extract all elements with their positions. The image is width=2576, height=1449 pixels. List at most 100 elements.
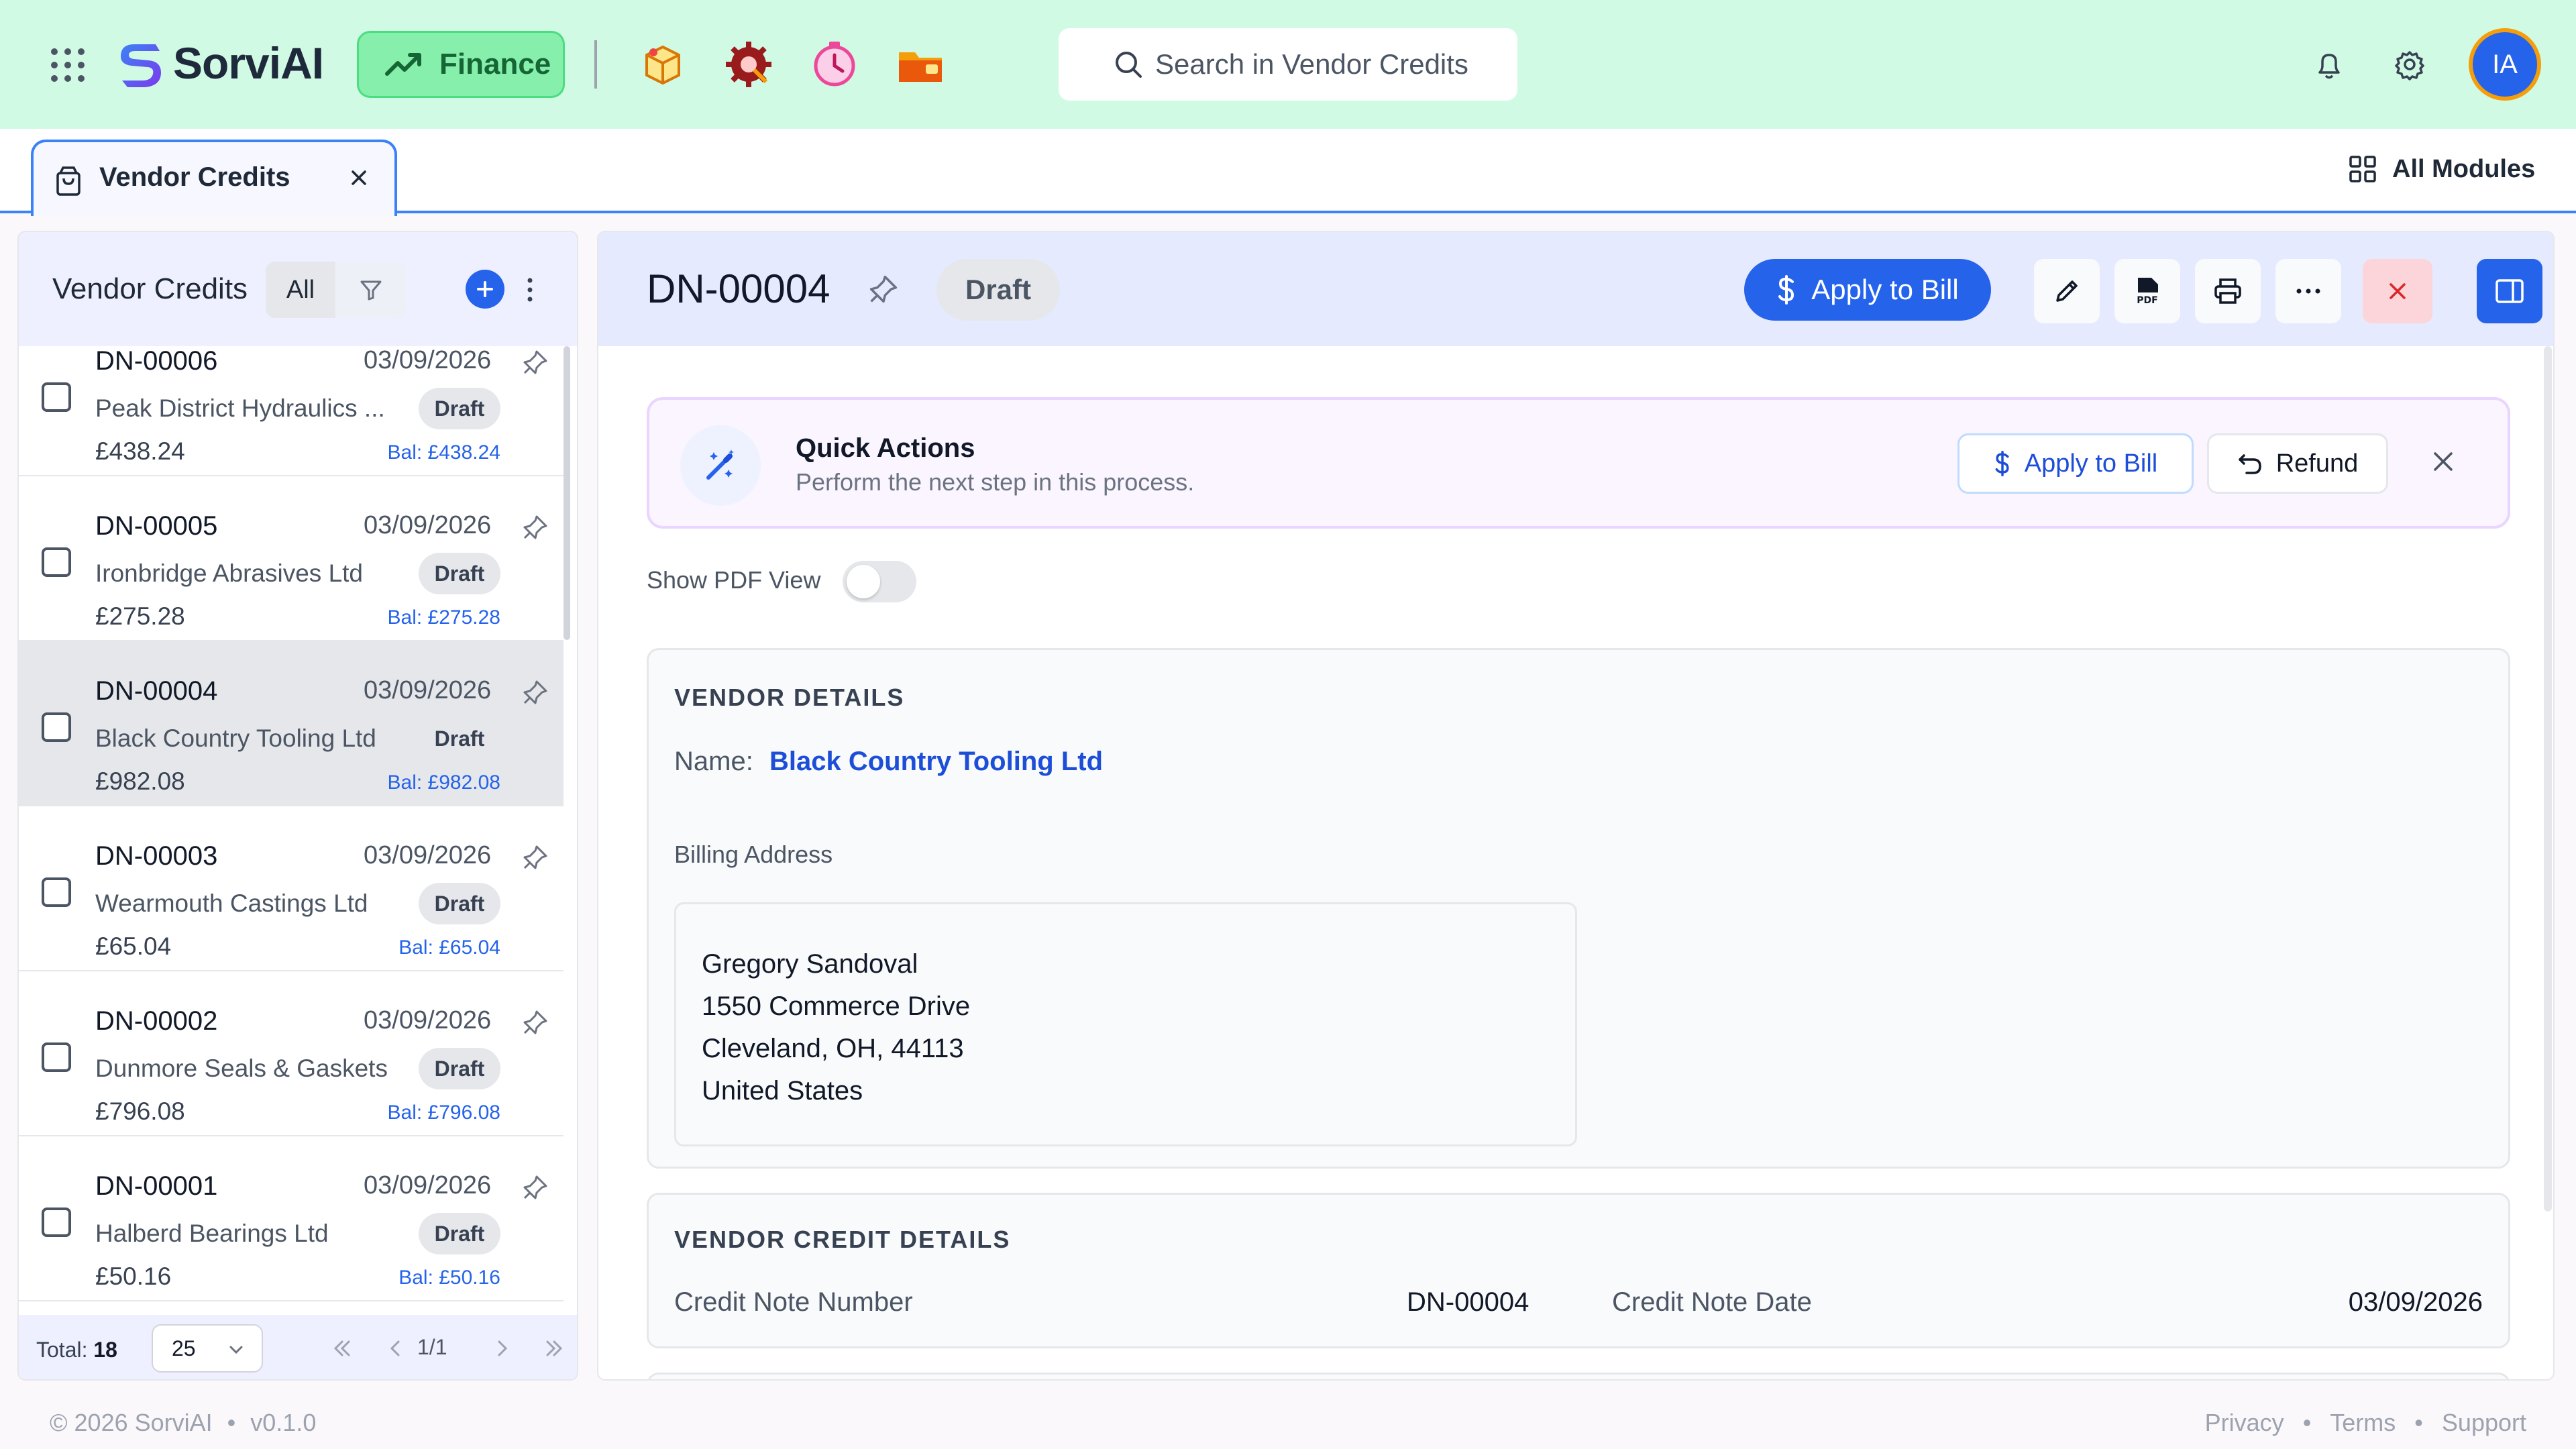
list-item[interactable]: DN-00001 03/09/2026 Halberd Bearings Ltd… — [19, 1136, 564, 1301]
pin-icon[interactable] — [522, 844, 549, 871]
list-item[interactable]: DN-00002 03/09/2026 Dunmore Seals & Gask… — [19, 971, 564, 1136]
version: v0.1.0 — [250, 1409, 317, 1436]
more-actions-button[interactable] — [2275, 259, 2341, 323]
pin-icon[interactable] — [522, 1174, 549, 1201]
row-checkbox[interactable] — [42, 1042, 71, 1072]
bell-icon[interactable] — [2312, 47, 2347, 82]
package-app-icon[interactable] — [637, 39, 688, 90]
clock-app-icon[interactable] — [809, 39, 860, 90]
separator-dot: • — [227, 1409, 236, 1436]
search-placeholder: Search in Vendor Credits — [1155, 48, 1468, 80]
toggle-side-panel-button[interactable] — [2477, 259, 2542, 323]
quick-actions-title: Quick Actions — [796, 433, 975, 463]
folder-app-icon[interactable] — [895, 39, 946, 90]
vendor-name-label: Name: — [674, 747, 753, 776]
row-checkbox[interactable] — [42, 547, 71, 577]
print-button[interactable] — [2195, 259, 2261, 323]
vendor-name: Ironbridge Abrasives Ltd — [95, 559, 364, 587]
vendor-credit-detail-panel: DN-00004 Draft Apply to Bill PDF Quick A… — [597, 231, 2555, 1381]
more-options-icon[interactable] — [525, 276, 535, 303]
support-link[interactable]: Support — [2442, 1409, 2526, 1437]
quick-apply-to-bill-button[interactable]: Apply to Bill — [1957, 433, 2194, 494]
address-line: 1550 Commerce Drive — [702, 991, 971, 1021]
close-detail-button[interactable] — [2363, 259, 2432, 323]
first-page-icon[interactable] — [329, 1335, 356, 1362]
list-item[interactable]: DN-00005 03/09/2026 Ironbridge Abrasives… — [19, 476, 564, 641]
printer-icon — [2214, 278, 2241, 304]
pdf-button[interactable]: PDF — [2114, 259, 2180, 323]
app-launcher-icon[interactable] — [51, 48, 85, 82]
credit-balance: Bal: £275.28 — [387, 606, 500, 629]
vendor-credit-list-panel: Vendor Credits All DN-00006 03/09/2026 P… — [17, 231, 578, 1381]
filter-icon[interactable] — [335, 262, 407, 318]
per-page-value: 25 — [172, 1336, 196, 1360]
settings-app-icon[interactable] — [723, 39, 774, 90]
edit-button[interactable] — [2034, 259, 2100, 323]
pin-icon[interactable] — [868, 274, 899, 305]
vendor-name: Halberd Bearings Ltd — [95, 1220, 329, 1247]
list-item-selected[interactable]: DN-00004 03/09/2026 Black Country Toolin… — [19, 641, 564, 806]
avatar[interactable]: IA — [2469, 28, 2541, 101]
next-section-card — [647, 1373, 2510, 1379]
search-icon — [1116, 52, 1142, 78]
credit-date: 03/09/2026 — [364, 676, 492, 704]
apply-to-bill-button[interactable]: Apply to Bill — [1744, 259, 1991, 321]
billing-address-box: Gregory Sandoval 1550 Commerce Drive Cle… — [674, 902, 1577, 1146]
all-modules-button[interactable]: All Modules — [2348, 154, 2535, 184]
apply-label: Apply to Bill — [1811, 274, 1959, 305]
credit-balance: Bal: £50.16 — [398, 1267, 500, 1289]
terms-link[interactable]: Terms — [2330, 1409, 2396, 1437]
pencil-icon — [2056, 280, 2078, 302]
list-item[interactable]: DN-00003 03/09/2026 Wearmouth Castings L… — [19, 806, 564, 971]
undo-icon — [2238, 454, 2261, 474]
chevron-down-icon — [229, 1346, 243, 1354]
search-input[interactable]: Search in Vendor Credits — [1059, 28, 1517, 101]
row-checkbox[interactable] — [42, 1208, 71, 1237]
filter-all-button[interactable]: All — [266, 262, 335, 318]
close-tab-icon[interactable] — [349, 168, 369, 188]
close-icon[interactable] — [2430, 448, 2457, 475]
logo-icon — [111, 35, 169, 93]
row-checkbox[interactable] — [42, 712, 71, 742]
module-finance-button[interactable]: Finance — [357, 31, 565, 98]
list-item[interactable]: DN-00006 03/09/2026 Peak District Hydrau… — [19, 346, 564, 476]
gear-icon[interactable] — [2392, 47, 2427, 82]
detail-scrollbar[interactable] — [2544, 346, 2552, 1212]
magic-wand-icon — [680, 425, 761, 506]
quick-actions-subtitle: Perform the next step in this process. — [796, 468, 1195, 496]
tab-vendor-credits[interactable]: Vendor Credits — [31, 140, 397, 216]
pin-icon[interactable] — [522, 1009, 549, 1036]
credit-date: 03/09/2026 — [364, 1171, 492, 1199]
credit-note-date-label: Credit Note Date — [1612, 1287, 1812, 1317]
divider — [594, 40, 597, 89]
pdf-view-toggle[interactable] — [843, 561, 916, 602]
add-vendor-credit-button[interactable] — [466, 270, 504, 309]
credit-balance: Bal: £438.24 — [387, 441, 500, 464]
pin-icon[interactable] — [522, 514, 549, 541]
list-scrollbar[interactable] — [564, 346, 570, 640]
row-checkbox[interactable] — [42, 382, 71, 412]
detail-header: DN-00004 Draft Apply to Bill PDF — [598, 232, 2553, 346]
page-indicator: 1/1 — [417, 1335, 447, 1359]
copyright: © 2026 SorviAI — [50, 1409, 213, 1436]
address-line: Cleveland, OH, 44113 — [702, 1034, 964, 1063]
quick-actions-banner: Quick Actions Perform the next step in t… — [647, 397, 2510, 529]
credit-balance: Bal: £796.08 — [387, 1102, 500, 1124]
pin-icon[interactable] — [522, 349, 549, 376]
pin-icon[interactable] — [522, 679, 549, 706]
credit-date: 03/09/2026 — [364, 841, 492, 869]
address-line: Gregory Sandoval — [702, 949, 918, 979]
more-horizontal-icon — [2296, 288, 2320, 294]
page-footer: © 2026 SorviAI • v0.1.0 Privacy • Terms … — [0, 1398, 2576, 1449]
credit-number: DN-00002 — [95, 1006, 218, 1036]
row-checkbox[interactable] — [42, 877, 71, 907]
prev-page-icon[interactable] — [382, 1335, 409, 1362]
next-page-icon[interactable] — [488, 1335, 515, 1362]
vendor-name-link[interactable]: Black Country Tooling Ltd — [769, 747, 1103, 777]
credit-number: DN-00004 — [95, 676, 218, 706]
refund-button[interactable]: Refund — [2207, 433, 2388, 494]
last-page-icon[interactable] — [541, 1335, 568, 1362]
privacy-link[interactable]: Privacy — [2205, 1409, 2284, 1437]
quick-apply-label: Apply to Bill — [2024, 449, 2158, 478]
per-page-select[interactable]: 25 — [152, 1324, 263, 1373]
